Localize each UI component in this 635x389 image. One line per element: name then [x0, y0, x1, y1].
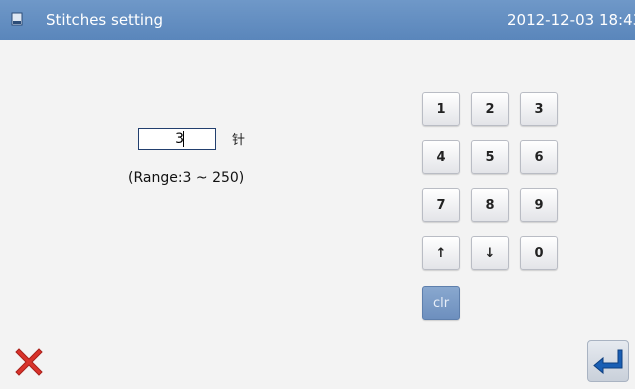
key-9[interactable]: 9 — [520, 188, 558, 222]
document-icon — [11, 12, 23, 26]
key-1[interactable]: 1 — [422, 92, 460, 126]
stitch-unit-label: 针 — [232, 133, 246, 148]
stitch-count-input[interactable]: 3 — [138, 128, 216, 150]
key-3[interactable]: 3 — [520, 92, 558, 126]
key-7[interactable]: 7 — [422, 188, 460, 222]
range-hint: (Range:3 ~ 250) — [128, 170, 245, 186]
key-4[interactable]: 4 — [422, 140, 460, 174]
key-8[interactable]: 8 — [471, 188, 509, 222]
cancel-button[interactable] — [12, 345, 46, 379]
key-5[interactable]: 5 — [471, 140, 509, 174]
key-0[interactable]: 0 — [520, 236, 558, 270]
key-2[interactable]: 2 — [471, 92, 509, 126]
key-up[interactable]: ↑ — [422, 236, 460, 270]
enter-icon — [593, 349, 623, 375]
page-title: Stitches setting — [46, 11, 164, 29]
key-6[interactable]: 6 — [520, 140, 558, 174]
title-bar: Stitches setting 2012-12-03 18:43 — [0, 0, 635, 40]
text-cursor — [183, 131, 184, 147]
clear-button[interactable]: clr — [422, 286, 460, 320]
datetime-display: 2012-12-03 18:43 — [507, 11, 635, 29]
enter-button[interactable] — [587, 340, 629, 382]
key-down[interactable]: ↓ — [471, 236, 509, 270]
close-icon — [15, 348, 43, 376]
